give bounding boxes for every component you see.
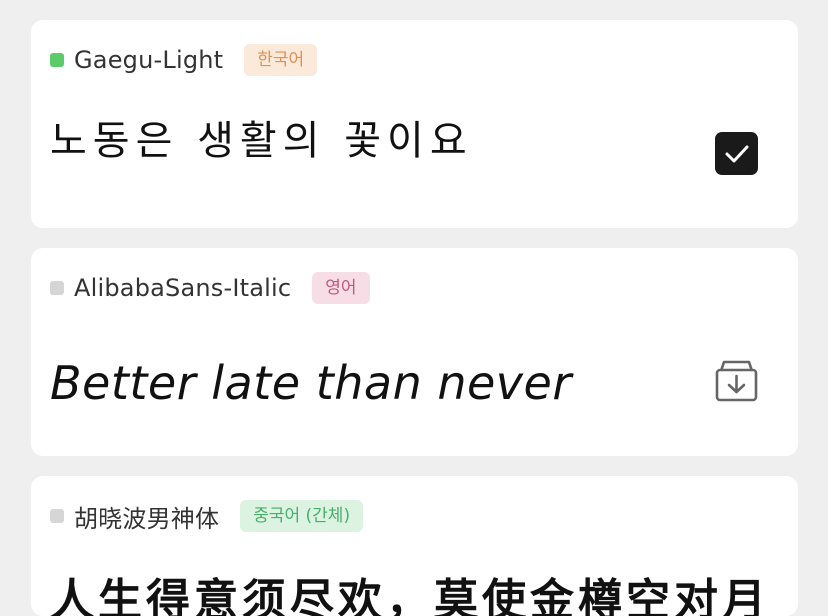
font-card-header: 胡晓波男神体 중국어 (간체) xyxy=(50,500,364,533)
font-name: 胡晓波男神体 xyxy=(74,504,220,533)
font-card-huxiaobo[interactable]: 胡晓波男神体 중국어 (간체) 人生得意须尽欢，莫使金樽空对月 xyxy=(31,476,798,616)
font-name: Gaegu-Light xyxy=(74,46,224,74)
language-badge: 중국어 (간체) xyxy=(240,500,364,532)
font-card-alibabasans-italic[interactable]: AlibabaSans-Italic 영어 Better late than n… xyxy=(31,248,798,456)
font-name: AlibabaSans-Italic xyxy=(74,274,292,302)
font-card-gaegu-light[interactable]: Gaegu-Light 한국어 노동은 생활의 꽃이요 xyxy=(31,20,798,228)
language-badge: 영어 xyxy=(312,272,370,304)
download-button[interactable] xyxy=(715,359,758,402)
status-dot xyxy=(50,509,64,523)
selected-checkbox[interactable] xyxy=(715,132,758,175)
status-dot xyxy=(50,281,64,295)
download-box-icon xyxy=(715,360,758,402)
font-card-header: Gaegu-Light 한국어 xyxy=(50,44,318,76)
font-sample-text: Better late than never xyxy=(50,356,572,410)
status-dot xyxy=(50,53,64,67)
font-sample-text: 노동은 생활의 꽃이요 xyxy=(50,118,473,164)
font-card-header: AlibabaSans-Italic 영어 xyxy=(50,272,370,304)
language-badge: 한국어 xyxy=(244,44,318,76)
font-sample-text: 人生得意须尽欢，莫使金樽空对月 xyxy=(50,575,770,616)
checkmark-icon xyxy=(725,145,748,162)
